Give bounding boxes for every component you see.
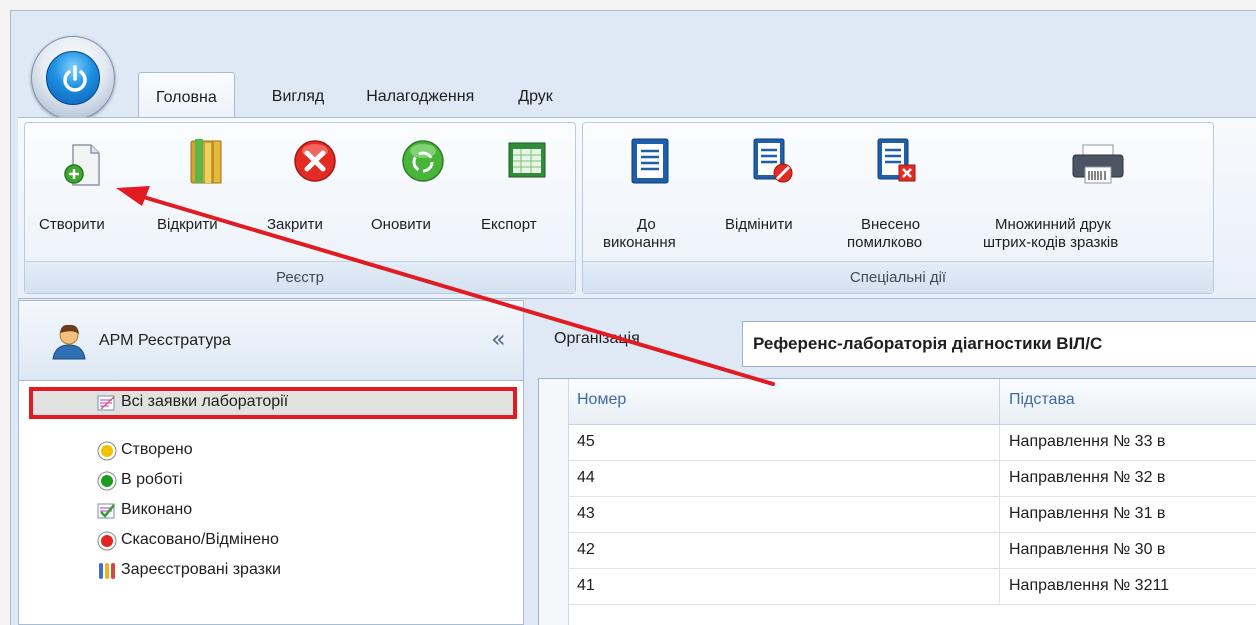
to-execution-button[interactable]: До виконання	[591, 133, 711, 261]
test-tubes-icon	[99, 563, 115, 579]
tab-settings[interactable]: Налагодження	[349, 72, 491, 118]
cancel-list-icon	[753, 138, 793, 183]
cell-divider	[999, 461, 1000, 497]
group-caption-registry: Реєстр	[25, 261, 575, 293]
navigation-panel: АРМ Реєстратура « Всі заявки лабораторії…	[18, 300, 524, 625]
completed-icon	[97, 503, 115, 519]
nav-item-created[interactable]: Створено	[19, 435, 523, 467]
close-button[interactable]: Закрити	[265, 133, 369, 253]
column-header-basis[interactable]: Підстава	[1009, 391, 1075, 409]
printer-icon	[1072, 144, 1124, 184]
application-menu-button[interactable]	[31, 36, 115, 120]
green-status-icon	[97, 471, 117, 491]
tab-print[interactable]: Друк	[501, 72, 570, 118]
nav-item-in-progress[interactable]: В роботі	[19, 465, 523, 497]
list-icon	[631, 138, 669, 184]
folder-icon	[190, 139, 222, 184]
new-document-icon	[64, 144, 100, 186]
tab-home[interactable]: Головна	[138, 72, 235, 118]
delete-list-icon	[877, 138, 916, 182]
collapse-panel-button[interactable]: «	[491, 325, 506, 353]
nav-item-cancelled[interactable]: Скасовано/Відмінено	[19, 525, 523, 557]
table-row[interactable]: 43 Направлення № 31 в	[569, 497, 1256, 533]
grid-header: Номер Підстава	[539, 379, 1256, 425]
table-row[interactable]: 45 Направлення № 33 в	[569, 425, 1256, 461]
column-header-number[interactable]: Номер	[577, 391, 626, 409]
yellow-status-icon	[97, 441, 117, 461]
column-divider	[999, 379, 1000, 425]
table-row[interactable]: 44 Направлення № 32 в	[569, 461, 1256, 497]
ribbon-group-registry: Реєстр Створити Відкрити Закрити Оновити…	[24, 122, 576, 294]
open-button[interactable]: Відкрити	[155, 133, 261, 253]
create-button[interactable]: Створити	[31, 133, 147, 253]
entered-by-mistake-button[interactable]: Внесено помилково	[825, 133, 985, 261]
requests-grid: Номер Підстава 45 Направлення № 33 в 44 …	[538, 378, 1256, 625]
nav-header: АРМ Реєстратура «	[19, 301, 523, 381]
cell-divider	[999, 569, 1000, 605]
excel-export-icon	[508, 142, 546, 178]
tab-view[interactable]: Вигляд	[255, 72, 341, 118]
cell-divider	[999, 425, 1000, 461]
table-row[interactable]: 41 Направлення № 3211	[569, 569, 1256, 605]
group-caption-special: Спеціальні дії	[583, 261, 1213, 293]
nav-title: АРМ Реєстратура	[99, 332, 231, 349]
power-icon	[46, 51, 100, 105]
registrar-avatar-icon	[52, 324, 86, 360]
nav-item-registered-samples[interactable]: Зареєстровані зразки	[19, 555, 523, 587]
ribbon-group-special-actions: Спеціальні дії До виконання Відмінити Вн…	[582, 122, 1214, 294]
cancel-action-button[interactable]: Відмінити	[717, 133, 817, 261]
refresh-icon	[402, 140, 444, 182]
nav-item-completed[interactable]: Виконано	[19, 495, 523, 527]
row-indicator-column	[539, 379, 569, 625]
cell-divider	[999, 497, 1000, 533]
red-status-icon	[97, 531, 117, 551]
refresh-button[interactable]: Оновити	[371, 133, 479, 253]
table-row[interactable]: 42 Направлення № 30 в	[569, 533, 1256, 569]
cell-divider	[999, 533, 1000, 569]
nav-item-all-requests[interactable]: Всі заявки лабораторії	[29, 387, 517, 419]
all-requests-icon	[97, 395, 115, 411]
ribbon-tabs: Головна Вигляд Налагодження Друк	[138, 72, 570, 118]
multiple-barcode-print-button[interactable]: Множинний друк штрих-кодів зразків	[983, 133, 1209, 261]
organization-label: Організація	[554, 330, 640, 347]
export-button[interactable]: Експорт	[481, 133, 573, 253]
close-icon	[294, 140, 336, 182]
organization-field[interactable]: Референс-лабораторія діагностики ВІЛ/С	[742, 321, 1256, 367]
